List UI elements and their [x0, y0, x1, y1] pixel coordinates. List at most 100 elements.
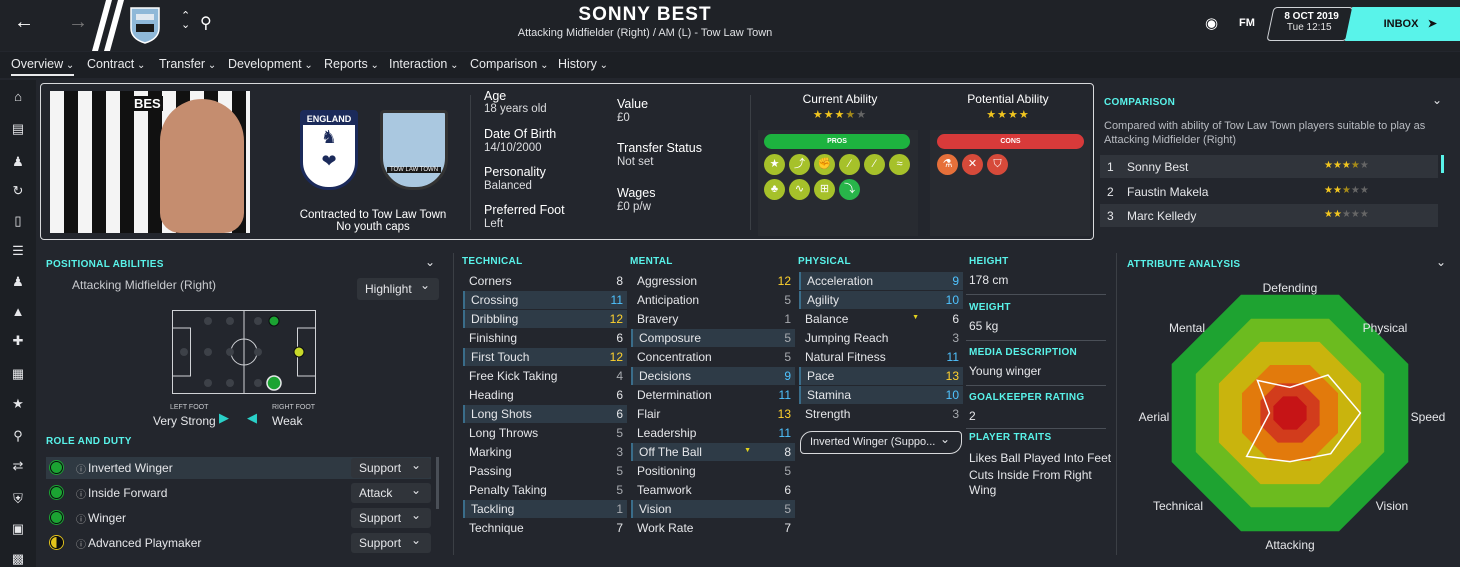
squad-icon[interactable]: ♟ [9, 155, 27, 169]
attribute-row[interactable]: Work Rate 7 [631, 519, 795, 537]
home-icon[interactable]: ⌂ [9, 90, 27, 104]
attribute-row[interactable]: Teamwork 6 [631, 481, 795, 499]
attribute-row[interactable]: Long Shots 6 [463, 405, 627, 423]
role-row[interactable]: ⓘ Winger Support [46, 507, 431, 529]
leg-icon[interactable]: ⁄ [839, 154, 860, 175]
duty-dropdown[interactable]: Support [351, 458, 431, 478]
scouting-icon[interactable]: ⚲ [9, 429, 27, 443]
drops-icon[interactable]: ♣ [764, 179, 785, 200]
flask-icon[interactable]: ⚗ [937, 154, 958, 175]
duty-dropdown[interactable]: Attack [351, 483, 431, 503]
tab-interaction[interactable]: Interaction [389, 57, 459, 71]
comparison-row[interactable]: 2 Faustin Makela ★★★★★ [1100, 180, 1438, 203]
globe-icon[interactable]: ◉ [1205, 14, 1218, 32]
attribute-row[interactable]: Free Kick Taking 4 [463, 367, 627, 385]
tactics-icon[interactable]: ▯ [9, 214, 27, 228]
tab-development[interactable]: Development [228, 57, 313, 71]
finances-icon[interactable]: ▣ [9, 522, 27, 536]
england-crest[interactable]: ENGLAND ♞ ❤ [300, 110, 358, 190]
role-select-dropdown[interactable]: Inverted Winger (Suppo... ⌄ [800, 431, 962, 454]
attribute-row[interactable]: Concentration 5 [631, 348, 795, 366]
info-icon[interactable]: ⓘ [76, 536, 86, 551]
attribute-row[interactable]: Corners 8 [463, 272, 627, 290]
attribute-row[interactable]: Dribbling 12 [463, 310, 627, 328]
attribute-row[interactable]: Tackling 1 [463, 500, 627, 518]
attribute-row[interactable]: Flair 13 [631, 405, 795, 423]
fist-icon[interactable]: ✊ [814, 154, 835, 175]
comparison-row[interactable]: 3 Marc Kelledy ★★★★★ [1100, 204, 1438, 227]
tab-history[interactable]: History [558, 57, 608, 71]
info-icon[interactable]: ⓘ [76, 486, 86, 501]
highlight-dropdown[interactable]: Highlight ⌄ [357, 278, 439, 300]
attribute-row[interactable]: Anticipation 5 [631, 291, 795, 309]
attribute-row[interactable]: Natural Fitness 11 [799, 348, 963, 366]
tab-transfer[interactable]: Transfer [159, 57, 216, 71]
fm-logo[interactable]: FM [1239, 17, 1255, 29]
club-crest[interactable]: TOW LAW TOWN [380, 110, 448, 190]
strategy-icon[interactable]: ⤵ [839, 179, 860, 200]
boot-icon[interactable]: ⁄ [864, 154, 885, 175]
attribute-row[interactable]: Acceleration 9 [799, 272, 963, 290]
dynamics-icon[interactable]: ↻ [9, 184, 27, 198]
date-display[interactable]: 8 OCT 2019 Tue 12:15 [1266, 7, 1354, 41]
duty-dropdown[interactable]: Support [351, 508, 431, 528]
dribble-icon[interactable]: ⤴ [789, 154, 810, 175]
reports-icon[interactable]: ☰ [9, 244, 27, 258]
attribute-row[interactable]: Positioning 5 [631, 462, 795, 480]
attribute-row[interactable]: Marking 3 [463, 443, 627, 461]
attribute-row[interactable]: Balance 6 ▼ [799, 310, 963, 328]
roles-scrollbar[interactable] [436, 457, 439, 509]
training-icon[interactable]: ▲ [9, 305, 27, 319]
attribute-row[interactable]: Passing 5 [463, 462, 627, 480]
attribute-row[interactable]: Vision 5 [631, 500, 795, 518]
attribute-row[interactable]: Leadership 11 [631, 424, 795, 442]
tab-contract[interactable]: Contract [87, 57, 145, 71]
role-row[interactable]: ⓘ Inverted Winger Support [46, 457, 431, 479]
transfers-icon[interactable]: ⇄ [9, 459, 27, 473]
info-icon[interactable]: ⓘ [76, 511, 86, 526]
attribute-row[interactable]: Agility 10 [799, 291, 963, 309]
attribute-row[interactable]: Crossing 11 [463, 291, 627, 309]
comparison-row[interactable]: 1 Sonny Best ★★★★★ [1100, 155, 1438, 178]
dev-centre-icon[interactable]: ▩ [9, 552, 27, 566]
positional-collapse-icon[interactable]: ⌄ [425, 255, 435, 269]
attribute-row[interactable]: Long Throws 5 [463, 424, 627, 442]
role-row[interactable]: ⓘ Inside Forward Attack [46, 482, 431, 504]
attribute-row[interactable]: Composure 5 [631, 329, 795, 347]
comparison-collapse-icon[interactable]: ⌄ [1432, 93, 1442, 107]
tackle-icon[interactable]: ✕ [962, 154, 983, 175]
inbox-icon[interactable]: ▤ [9, 122, 27, 136]
attribute-row[interactable]: Finishing 6 [463, 329, 627, 347]
attribute-row[interactable]: Technique 7 [463, 519, 627, 537]
attribute-row[interactable]: Determination 11 [631, 386, 795, 404]
goal-icon[interactable]: ⊞ [814, 179, 835, 200]
info-icon[interactable]: ⓘ [76, 461, 86, 476]
attribute-row[interactable]: Stamina 10 [799, 386, 963, 404]
shield-icon[interactable]: ⛉ [987, 154, 1008, 175]
analysis-collapse-icon[interactable]: ⌄ [1436, 255, 1446, 269]
schedule-icon[interactable]: ▦ [9, 367, 27, 381]
attribute-row[interactable]: Heading 6 [463, 386, 627, 404]
tab-overview[interactable]: Overview [11, 57, 75, 76]
attribute-row[interactable]: Bravery 1 [631, 310, 795, 328]
attribute-row[interactable]: Aggression 12 [631, 272, 795, 290]
staff-icon[interactable]: ♟ [9, 275, 27, 289]
attribute-row[interactable]: First Touch 12 [463, 348, 627, 366]
wings-icon[interactable]: ≈ [889, 154, 910, 175]
tab-reports[interactable]: Reports [324, 57, 379, 71]
duty-dropdown[interactable]: Support [351, 533, 431, 553]
medical-icon[interactable]: ✚ [9, 334, 27, 348]
star-icon[interactable]: ★ [764, 154, 785, 175]
role-row[interactable]: ⓘ Advanced Playmaker Support [46, 532, 431, 554]
attribute-row[interactable]: Decisions 9 [631, 367, 795, 385]
attribute-row[interactable]: Jumping Reach 3 [799, 329, 963, 347]
attribute-row[interactable]: Pace 13 [799, 367, 963, 385]
trophy-icon[interactable]: ★ [9, 397, 27, 411]
tab-comparison[interactable]: Comparison [470, 57, 549, 71]
attribute-row[interactable]: Strength 3 [799, 405, 963, 423]
attribute-row[interactable]: Penalty Taking 5 [463, 481, 627, 499]
inbox-button[interactable]: INBOX ➤ [1345, 7, 1460, 41]
attribute-row[interactable]: Off The Ball 8 ▼ [631, 443, 795, 461]
curve-icon[interactable]: ∿ [789, 179, 810, 200]
club-vision-icon[interactable]: ⛨ [9, 492, 27, 506]
